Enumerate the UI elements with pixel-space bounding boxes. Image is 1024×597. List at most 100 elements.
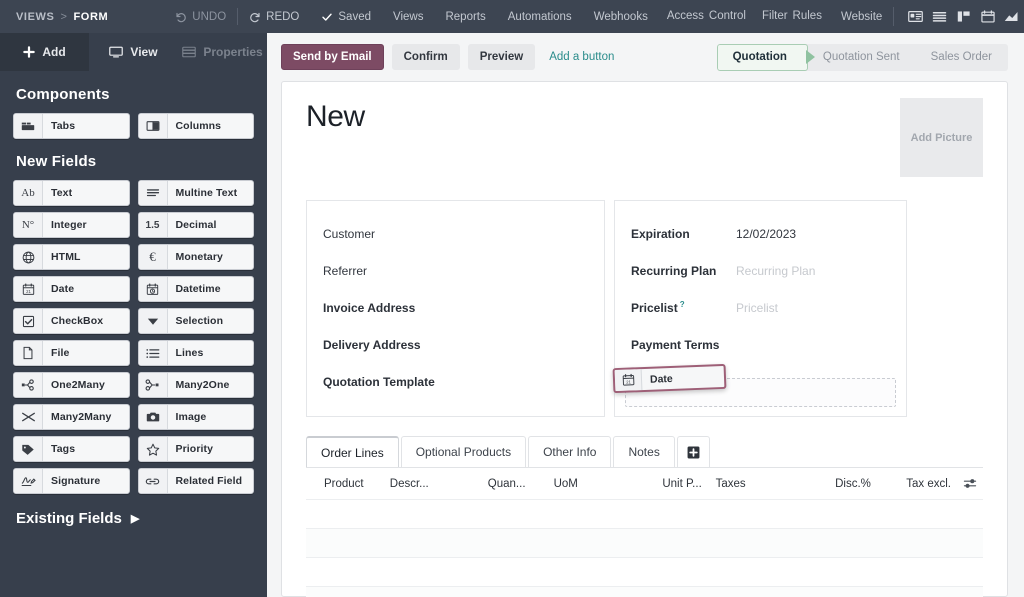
- column-header-description[interactable]: Descr...: [384, 478, 482, 490]
- column-header-product[interactable]: Product: [306, 478, 384, 490]
- saved-indicator[interactable]: Saved: [310, 0, 382, 33]
- field-datetime[interactable]: Datetime: [138, 276, 255, 302]
- add-a-button-link[interactable]: Add a button: [549, 51, 614, 63]
- component-tabs[interactable]: Tabs: [13, 113, 130, 139]
- table-row[interactable]: [306, 557, 983, 586]
- field-row-delivery-address[interactable]: Delivery Address: [323, 326, 588, 363]
- graph-view-icon[interactable]: [1004, 9, 1019, 24]
- field-tags[interactable]: Tags: [13, 436, 130, 462]
- field-row-invoice-address[interactable]: Invoice Address: [323, 289, 588, 326]
- tab-optional-products[interactable]: Optional Products: [401, 436, 526, 467]
- field-one2many[interactable]: One2Many: [13, 372, 130, 398]
- tab-notes[interactable]: Notes: [613, 436, 674, 467]
- undo-button[interactable]: UNDO: [164, 0, 237, 33]
- tab-other-info[interactable]: Other Info: [528, 436, 611, 467]
- calendar-view-icon[interactable]: [980, 9, 995, 24]
- field-decimal[interactable]: 1.5 Decimal: [138, 212, 255, 238]
- field-multiline-text[interactable]: Multine Text: [138, 180, 255, 206]
- svg-text:21: 21: [626, 379, 632, 384]
- breadcrumb-form[interactable]: FORM: [73, 11, 108, 23]
- field-row-quotation-template[interactable]: Quotation Template: [323, 363, 588, 400]
- field-date[interactable]: 21 Date: [13, 276, 130, 302]
- label-expiration: Expiration: [631, 227, 736, 241]
- field-selection[interactable]: Selection: [138, 308, 255, 334]
- field-row-customer[interactable]: Customer: [323, 215, 588, 252]
- field-signature[interactable]: Signature: [13, 468, 130, 494]
- preview-button[interactable]: Preview: [468, 44, 535, 70]
- confirm-button[interactable]: Confirm: [392, 44, 460, 70]
- dragged-date-field[interactable]: 21 Date: [613, 364, 727, 393]
- card-view-icon[interactable]: [908, 9, 923, 24]
- top-bar-actions: UNDO REDO Saved Views: [164, 0, 893, 33]
- field-row-recurring-plan[interactable]: Recurring Plan Recurring Plan: [631, 252, 890, 289]
- table-header-row: Product Descr... Quan... UoM Unit P... T…: [306, 468, 983, 499]
- form-preview-area: Send by Email Confirm Preview Add a butt…: [267, 33, 1024, 597]
- field-row-expiration[interactable]: Expiration 12/02/2023: [631, 215, 890, 252]
- field-row-payment-terms[interactable]: Payment Terms: [631, 326, 890, 363]
- value-expiration[interactable]: 12/02/2023: [736, 227, 796, 241]
- column-header-quantity[interactable]: Quan...: [482, 478, 548, 490]
- tab-add-new[interactable]: [677, 436, 710, 467]
- list-view-icon[interactable]: [932, 9, 947, 24]
- sidebar-tab-properties[interactable]: Properties: [178, 33, 267, 71]
- sliders-icon[interactable]: [957, 477, 979, 490]
- field-row-referrer[interactable]: Referrer: [323, 252, 588, 289]
- menu-item-website[interactable]: Website: [830, 0, 893, 33]
- menu-item-access-control[interactable]: Access Control: [659, 0, 754, 33]
- send-by-email-button[interactable]: Send by Email: [281, 44, 384, 70]
- value-recurring-plan[interactable]: Recurring Plan: [736, 264, 815, 278]
- multiline-text-icon: [139, 181, 168, 205]
- help-tooltip-icon[interactable]: ?: [680, 300, 685, 309]
- column-header-uom[interactable]: UoM: [548, 478, 657, 490]
- chevron-right-icon: ▶: [131, 512, 139, 525]
- component-columns[interactable]: Columns: [138, 113, 255, 139]
- component-columns-label: Columns: [168, 114, 254, 138]
- column-header-discount[interactable]: Disc.%: [829, 478, 900, 490]
- add-picture-placeholder[interactable]: Add Picture: [900, 98, 983, 177]
- field-many2many[interactable]: Many2Many: [13, 404, 130, 430]
- menu-item-reports[interactable]: Reports: [434, 0, 496, 33]
- status-sales-order[interactable]: Sales Order: [916, 44, 1008, 71]
- undo-icon: [175, 11, 187, 23]
- field-integer[interactable]: N° Integer: [13, 212, 130, 238]
- sidebar-tab-view[interactable]: View: [89, 33, 178, 71]
- field-checkbox[interactable]: CheckBox: [13, 308, 130, 334]
- status-quotation-sent[interactable]: Quotation Sent: [808, 44, 916, 71]
- field-many2one[interactable]: Many2One: [138, 372, 255, 398]
- table-row[interactable]: [306, 586, 983, 597]
- caret-down-icon: [139, 309, 168, 333]
- label-recurring-plan: Recurring Plan: [631, 264, 736, 278]
- field-image[interactable]: Image: [138, 404, 255, 430]
- value-pricelist[interactable]: Pricelist: [736, 301, 778, 315]
- add-tab-icon: [687, 446, 700, 459]
- kanban-view-icon[interactable]: [956, 9, 971, 24]
- menu-item-views[interactable]: Views: [382, 0, 434, 33]
- field-related-field[interactable]: Related Field: [138, 468, 255, 494]
- field-tags-label: Tags: [43, 437, 129, 461]
- field-multiline-text-label: Multine Text: [168, 181, 254, 205]
- column-header-taxes[interactable]: Taxes: [710, 478, 830, 490]
- field-drop-zone[interactable]: 21 Date: [625, 378, 896, 407]
- field-html[interactable]: HTML: [13, 244, 130, 270]
- column-header-unit-price[interactable]: Unit P...: [656, 478, 709, 490]
- sidebar-tab-add[interactable]: Add: [0, 33, 89, 71]
- table-row[interactable]: [306, 528, 983, 557]
- field-file[interactable]: File: [13, 340, 130, 366]
- field-lines[interactable]: Lines: [138, 340, 255, 366]
- menu-item-webhooks[interactable]: Webhooks: [583, 0, 659, 33]
- tab-order-lines[interactable]: Order Lines: [306, 436, 399, 467]
- field-text[interactable]: Ab Text: [13, 180, 130, 206]
- column-header-tax-excl[interactable]: Tax excl.: [900, 478, 957, 490]
- existing-fields-section[interactable]: Existing Fields ▶: [16, 510, 254, 527]
- field-monetary[interactable]: € Monetary: [138, 244, 255, 270]
- one2many-icon: [14, 373, 43, 397]
- status-quotation[interactable]: Quotation: [717, 44, 808, 71]
- field-priority[interactable]: Priority: [138, 436, 255, 462]
- breadcrumb-views[interactable]: VIEWS: [16, 11, 54, 23]
- table-row[interactable]: [306, 499, 983, 528]
- top-bar: VIEWS > FORM UNDO REDO: [0, 0, 1024, 33]
- field-row-pricelist[interactable]: Pricelist? Pricelist: [631, 289, 890, 326]
- menu-item-automations[interactable]: Automations: [497, 0, 583, 33]
- redo-button[interactable]: REDO: [238, 0, 310, 33]
- menu-item-filter-rules[interactable]: Filter Rules: [754, 0, 830, 33]
